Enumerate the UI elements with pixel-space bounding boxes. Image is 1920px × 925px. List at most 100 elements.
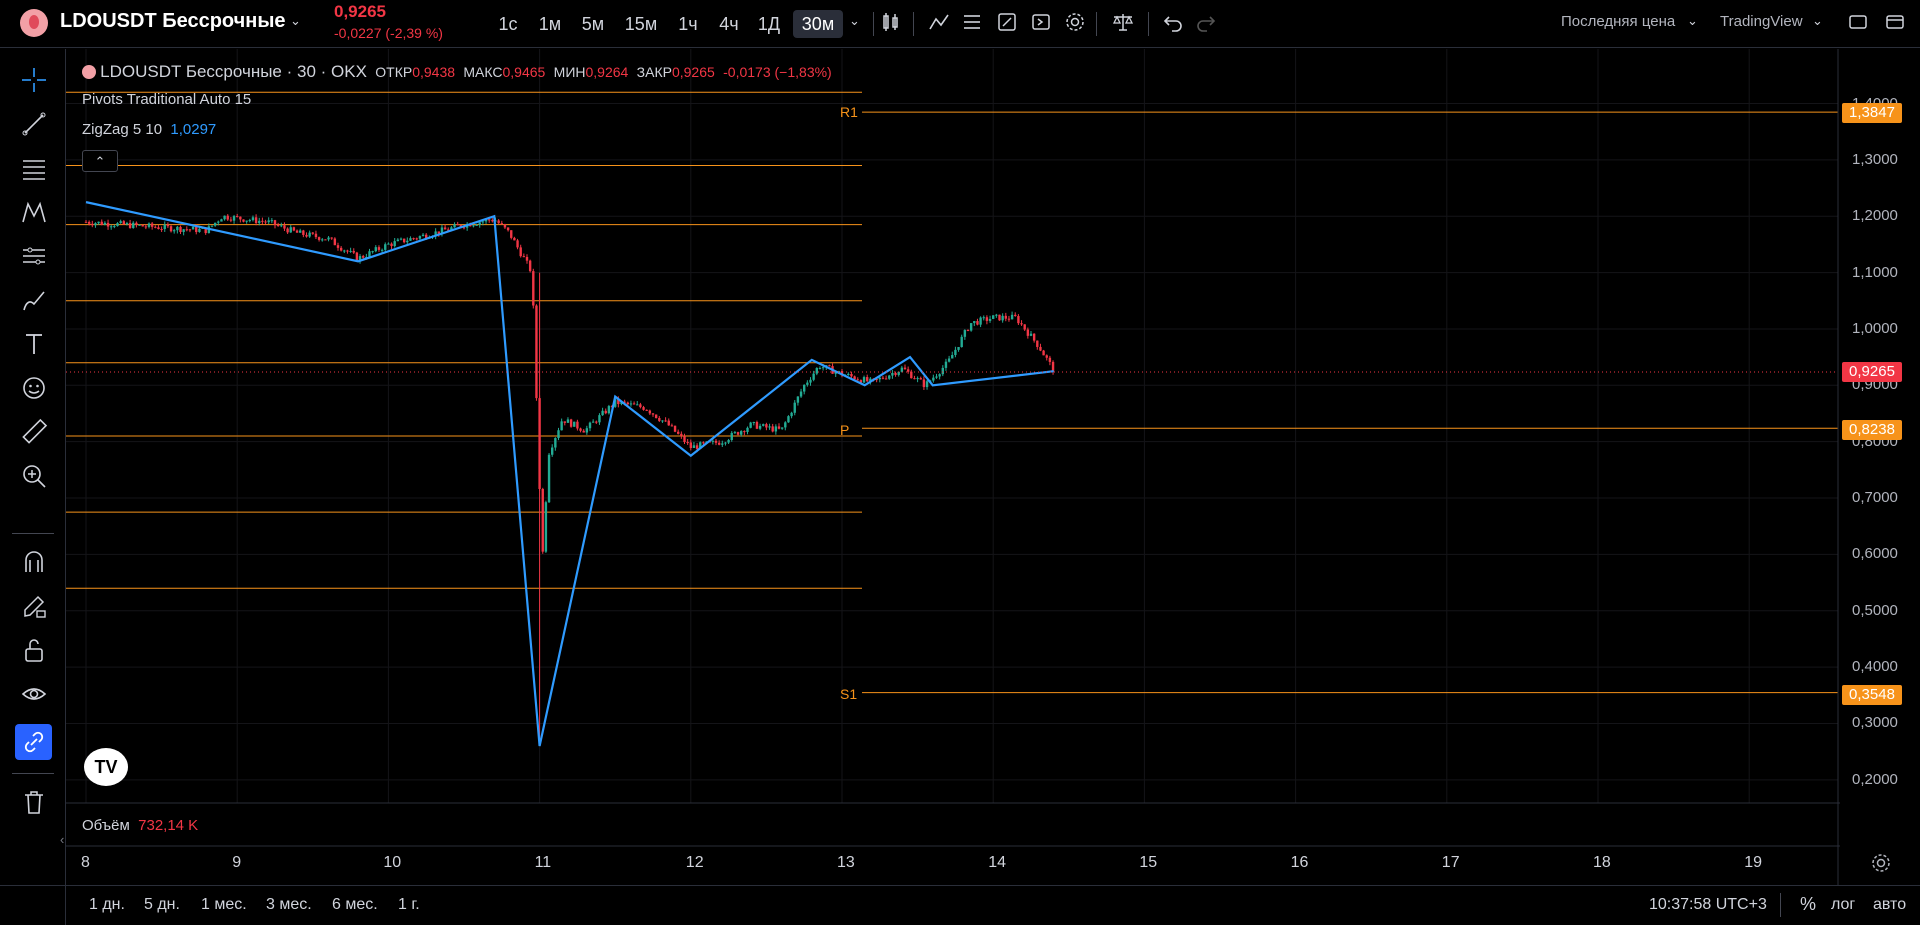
legend-zigzag-name: ZigZag 5 10: [82, 121, 163, 138]
symbol-name[interactable]: LDOUSDT Бессрочные: [60, 10, 286, 33]
auto-scale-toggle[interactable]: авто: [1873, 896, 1906, 914]
timeframe-5m[interactable]: 5м: [576, 10, 610, 38]
undo-icon[interactable]: [1160, 11, 1186, 37]
brush-icon[interactable]: [16, 282, 52, 318]
alert-icon[interactable]: [994, 11, 1020, 37]
candle-body: [330, 237, 333, 239]
timeframe-1m[interactable]: 1м: [533, 10, 567, 38]
candle-body: [1014, 314, 1017, 317]
emoji-icon[interactable]: [16, 370, 52, 406]
trash-icon[interactable]: [16, 784, 52, 820]
time-axis-tick: 13: [837, 854, 855, 871]
text-tool-icon[interactable]: [16, 326, 52, 362]
timeframe-4h[interactable]: 4ч: [712, 10, 746, 38]
fullscreen-icon[interactable]: [1845, 11, 1871, 37]
candles-icon[interactable]: [878, 11, 904, 37]
price-axis-tick: 0,2000: [1852, 770, 1898, 788]
candle-body: [569, 419, 573, 427]
clock-time[interactable]: 10:37:58 UTC+3: [1649, 896, 1767, 914]
symbol-chevron-down-icon[interactable]: ⌄: [290, 13, 301, 29]
candle-body: [270, 220, 274, 222]
candle-body: [884, 378, 888, 380]
magnet-icon[interactable]: [16, 544, 52, 580]
snapshot-icon[interactable]: [1882, 11, 1908, 37]
zigzag-line: [85, 201, 1054, 747]
redo-icon[interactable]: [1193, 11, 1219, 37]
price-type-select[interactable]: Последняя цена: [1561, 13, 1675, 30]
timeframe-chevron-down-icon[interactable]: ⌄: [849, 13, 860, 29]
candle-body: [790, 412, 793, 417]
range-1m[interactable]: 1 мес.: [201, 896, 247, 914]
replay-icon[interactable]: [1028, 11, 1054, 37]
legend-pivots[interactable]: Pivots Traditional Auto 15: [82, 91, 251, 108]
hide-drawings-eye-icon[interactable]: [16, 676, 52, 712]
zigzag-polyline: [85, 201, 1054, 747]
candle-body: [632, 403, 636, 405]
log-scale-toggle[interactable]: лог: [1831, 896, 1855, 914]
candle-body: [273, 220, 277, 226]
candle-body: [828, 365, 831, 367]
candle-body: [163, 224, 166, 230]
chart-settings-gear-icon[interactable]: [1870, 852, 1892, 874]
chart-canvas[interactable]: [66, 49, 1840, 885]
link-icon[interactable]: [16, 724, 52, 760]
timeframe-15m[interactable]: 15м: [618, 10, 664, 38]
price-type-chevron-down-icon[interactable]: ⌄: [1687, 13, 1698, 29]
brand-chevron-down-icon[interactable]: ⌄: [1812, 13, 1823, 29]
zoom-in-icon[interactable]: [16, 458, 52, 494]
ruler-icon[interactable]: [16, 414, 52, 450]
candle-body: [922, 379, 926, 388]
percent-scale-toggle[interactable]: %: [1800, 894, 1816, 915]
lock-drawing-icon[interactable]: [16, 588, 52, 624]
candle-body: [919, 378, 922, 380]
range-1y[interactable]: 1 г.: [398, 896, 420, 914]
timeframe-1s[interactable]: 1с: [492, 10, 524, 38]
range-1d[interactable]: 1 дн.: [89, 896, 125, 914]
unlock-icon[interactable]: [16, 632, 52, 668]
candle-body: [673, 425, 677, 432]
brand-menu[interactable]: TradingView: [1720, 13, 1803, 30]
prediction-tool-icon[interactable]: [16, 238, 52, 274]
legend-volume[interactable]: Объём 732,14 K: [82, 817, 198, 834]
compare-scale-icon[interactable]: [1110, 11, 1136, 37]
collapse-toolbar-chevron-icon[interactable]: ‹: [60, 832, 64, 847]
candle-body: [157, 227, 160, 230]
price-tag-p: 0,8238: [1842, 420, 1902, 440]
candle-body: [176, 226, 179, 231]
candle-body: [717, 442, 721, 445]
candle-body: [528, 260, 532, 272]
settings-gear-icon[interactable]: [1062, 11, 1088, 37]
candle-body: [264, 221, 267, 223]
indicators-icon[interactable]: [926, 11, 952, 37]
timeframe-30m[interactable]: 30м: [793, 10, 843, 38]
legend-zigzag[interactable]: ZigZag 5 10 1,0297: [82, 121, 216, 138]
candle-body: [248, 220, 251, 222]
legend-title[interactable]: LDOUSDT Бессрочные · 30 · OKX: [100, 62, 367, 81]
candle-body: [758, 425, 762, 429]
templates-icon[interactable]: [959, 11, 985, 37]
range-5d[interactable]: 5 дн.: [144, 896, 180, 914]
candle-body: [232, 216, 236, 221]
fib-retracement-icon[interactable]: [16, 150, 52, 186]
candle-body: [812, 373, 815, 380]
crosshair-icon[interactable]: [16, 62, 52, 98]
candle-body: [116, 223, 119, 227]
tradingview-logo[interactable]: TV: [84, 748, 128, 786]
timeframe-1d[interactable]: 1Д: [752, 10, 786, 38]
timeframe-1h[interactable]: 1ч: [671, 10, 705, 38]
candle-body: [362, 256, 365, 258]
candle-body: [925, 381, 929, 388]
trend-line-icon[interactable]: [16, 106, 52, 142]
candle-body: [1023, 324, 1026, 330]
candle-body: [938, 374, 941, 377]
candle-body: [160, 229, 163, 231]
price-tag-last: 0,9265: [1842, 362, 1902, 382]
candle-body: [576, 421, 579, 429]
collapse-legend-chevron-up-icon[interactable]: ⌃: [82, 150, 118, 172]
candle-body: [377, 247, 381, 250]
candle-body: [881, 377, 885, 379]
range-6m[interactable]: 6 мес.: [332, 896, 378, 914]
pattern-tool-icon[interactable]: [16, 194, 52, 230]
candle-body: [286, 228, 289, 233]
range-3m[interactable]: 3 мес.: [266, 896, 312, 914]
